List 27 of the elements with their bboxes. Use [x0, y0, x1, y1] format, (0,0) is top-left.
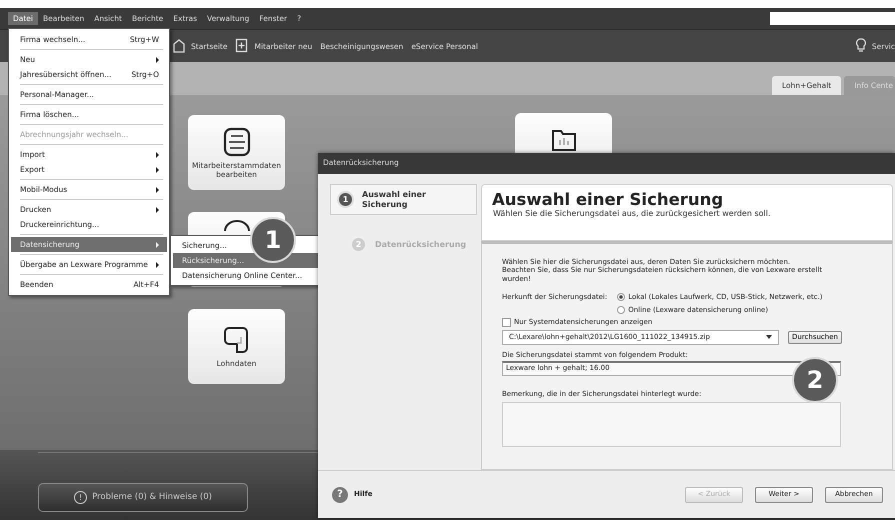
submenu-arrow-icon: [156, 152, 159, 158]
submenu-arrow-icon: [156, 56, 159, 62]
checkbox[interactable]: [502, 318, 511, 327]
dropdown-arrow-icon: [766, 335, 772, 340]
submenu-arrow-icon: [156, 186, 159, 192]
page-heading: Auswahl einer Sicherung: [492, 191, 724, 210]
arc-icon: [222, 218, 252, 232]
submenu-arrow-icon: [156, 242, 159, 248]
drawer-icon: [222, 126, 250, 156]
page-icon: [222, 325, 250, 355]
problems-button[interactable]: ! Probleme (0) & Hinweise (0): [38, 483, 248, 512]
house-icon: [172, 38, 186, 54]
search-field[interactable]: [770, 12, 895, 25]
submenu-arrow-icon: [156, 262, 159, 268]
radio-button[interactable]: [617, 293, 626, 302]
radio-button[interactable]: [617, 306, 626, 314]
help-icon[interactable]: ?: [332, 486, 348, 502]
submenu-arrow-icon: [156, 206, 159, 212]
lightbulb-icon: [856, 38, 866, 54]
submenu-arrow-icon: [156, 166, 159, 172]
wizard-step[interactable]: 1 Auswahl einer Sicherung: [330, 184, 477, 216]
step-label: Auswahl einer Sicherung: [362, 190, 427, 210]
page-subtitle: Wählen Sie die Sicherungsdatei aus, die zurückgesichert werden soll.: [492, 209, 772, 219]
step-number: 1: [337, 191, 354, 208]
step-label: Datenrücksicherung: [375, 240, 466, 250]
add-document-icon: [235, 38, 250, 54]
alert-icon: !: [74, 491, 88, 504]
